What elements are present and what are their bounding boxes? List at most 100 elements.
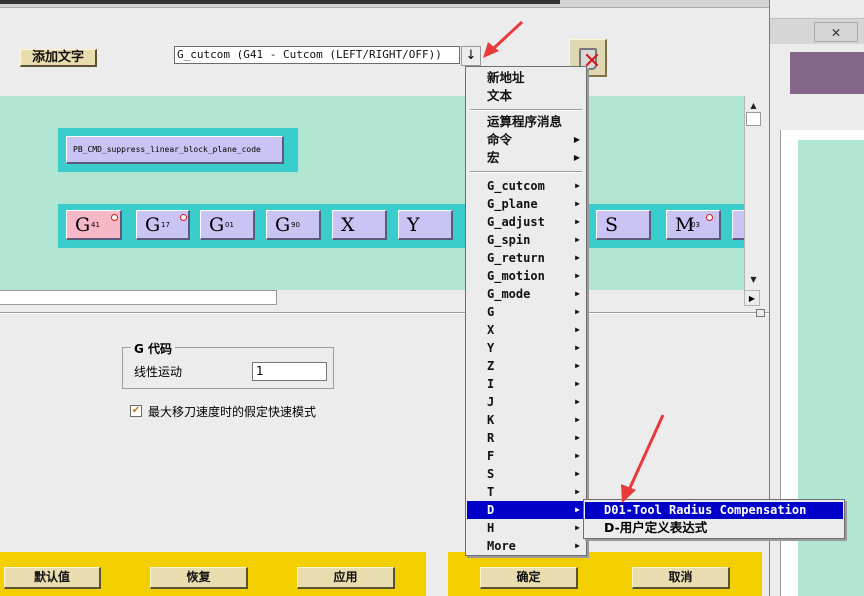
vertical-scroll-thumb[interactable] [746,112,761,126]
triangle-right-icon: ▶ [575,433,580,442]
menu-item-j[interactable]: J ▶ [467,393,585,411]
word-block-g41[interactable]: G 41 [66,210,122,240]
scroll-down-icon[interactable]: ▼ [745,272,762,287]
menu-item-g-return[interactable]: G_return ▶ [467,249,585,267]
download-arrow-icon[interactable]: ↓ [461,46,481,66]
menu-item-label: F [487,449,495,463]
triangle-right-icon: ▶ [575,199,580,208]
word-letter: X [341,214,355,236]
close-icon[interactable]: ✕ [814,22,858,42]
menu-item-i[interactable]: I ▶ [467,375,585,393]
triangle-right-icon: ▶ [575,487,580,496]
triangle-right-icon: ▶ [573,135,580,144]
menu-item-g[interactable]: G ▶ [467,303,585,321]
triangle-right-icon: ▶ [575,541,580,550]
menu-item-label: H [487,521,495,535]
menu-item-t[interactable]: T ▶ [467,483,585,501]
menu-item-s[interactable]: S ▶ [467,465,585,483]
menu-item-label: G_motion [487,269,545,283]
triangle-right-icon: ▶ [575,235,580,244]
menu-item-label: 命令 [487,132,513,147]
sash-handle[interactable] [756,309,765,317]
menu-item-label: 宏 [487,150,500,165]
scroll-up-icon[interactable]: ▲ [745,98,762,113]
word-block-y[interactable]: Y [398,210,453,240]
menu-item-label: 文本 [487,88,513,103]
word-letter: G [209,214,225,236]
menu-item-g-motion[interactable]: G_motion ▶ [467,267,585,285]
menu-item-label: G_cutcom [487,179,545,193]
word-letter: Y [407,214,420,236]
g-code-group: G 代码 线性运动 1 [122,340,334,389]
restore-button[interactable]: 恢复 [150,567,248,589]
menu-item-label: G_spin [487,233,531,247]
ok-button[interactable]: 确定 [480,567,578,589]
triangle-right-icon: ▶ [575,307,580,316]
apply-button[interactable]: 应用 [297,567,395,589]
linear-motion-label: 线性运动 [134,365,183,379]
menu-item-h[interactable]: H ▶ [467,519,585,537]
menu-item-r[interactable]: R ▶ [467,429,585,447]
triangle-right-icon: ▶ [575,469,580,478]
menu-item-operator-message[interactable]: 运算程序消息 [467,113,585,131]
menu-item-label: 新地址 [487,70,525,85]
word-block-g01[interactable]: G 01 [200,210,255,240]
menu-item-macro[interactable]: 宏 ▶ [467,149,585,167]
pane-divider [0,312,769,314]
menu-item-label: S [487,467,495,481]
menu-item-k[interactable]: K ▶ [467,411,585,429]
submenu-item-d01[interactable]: D01-Tool Radius Compensation [585,502,843,519]
menu-item-label: G_return [487,251,545,265]
triangle-right-icon: ▶ [575,415,580,424]
menu-item-label: G_mode [487,287,531,301]
word-select-combobox[interactable]: G_cutcom (G41 - Cutcom (LEFT/RIGHT/OFF)) [174,46,460,64]
title-strip-dark [0,0,560,4]
linear-motion-input[interactable]: 1 [252,362,327,381]
word-letter: G [145,214,161,236]
menu-item-g-plane[interactable]: G_plane ▶ [467,195,585,213]
block-canvas: PB_CMD_suppress_linear_block_plane_code … [0,96,762,290]
word-block-x[interactable]: X [332,210,387,240]
menu-item-label: G [487,305,495,319]
word-block-row: G 41 G 17 G 01 G 90 X Y S M 03 [58,204,762,248]
word-block-s[interactable]: S [596,210,651,240]
custom-command-block[interactable]: PB_CMD_suppress_linear_block_plane_code [66,136,284,164]
triangle-right-icon: ▶ [575,181,580,190]
triangle-right-icon: ▶ [575,271,580,280]
menu-item-g-cutcom[interactable]: G_cutcom ▶ [467,177,585,195]
menu-item-label: X [487,323,495,337]
word-block-g17[interactable]: G 17 [136,210,190,240]
menu-item-g-adjust[interactable]: G_adjust ▶ [467,213,585,231]
word-block-g90[interactable]: G 90 [266,210,321,240]
canvas-horizontal-scrollbar[interactable]: ▶ [0,290,762,306]
word-letter: G [275,214,291,236]
menu-item-label: R [487,431,495,445]
scroll-right-icon[interactable]: ▶ [744,290,760,306]
menu-separator [470,109,582,111]
menu-item-command[interactable]: 命令 ▶ [467,131,585,149]
menu-item-more[interactable]: More ▶ [467,537,585,555]
word-subscript: 90 [291,221,300,229]
menu-item-x[interactable]: X ▶ [467,321,585,339]
menu-item-g-mode[interactable]: G_mode ▶ [467,285,585,303]
rapid-mode-checkbox[interactable]: ✔ [130,405,142,417]
horizontal-scroll-thumb[interactable] [0,290,277,305]
default-button[interactable]: 默认值 [4,567,101,589]
word-letter: S [605,214,619,236]
triangle-right-icon: ▶ [573,153,580,162]
menu-item-y[interactable]: Y ▶ [467,339,585,357]
word-block-m03[interactable]: M 03 [666,210,721,240]
menu-item-new-address[interactable]: 新地址 [467,69,585,87]
menu-item-label: G_plane [487,197,538,211]
submenu-item-d-user-expression[interactable]: D-用户定义表达式 [585,519,843,536]
menu-item-f[interactable]: F ▶ [467,447,585,465]
rapid-mode-label: 最大移刀速度时的假定快速模式 [148,405,317,419]
canvas-vertical-scrollbar[interactable]: ▲ ▼ [744,96,762,290]
add-text-button[interactable]: 添加文字 [20,49,97,67]
menu-item-text[interactable]: 文本 [467,87,585,105]
menu-item-d[interactable]: D ▶ [467,501,585,519]
menu-item-label: I [487,377,495,391]
menu-item-g-spin[interactable]: G_spin ▶ [467,231,585,249]
menu-item-z[interactable]: Z ▶ [467,357,585,375]
cancel-button[interactable]: 取消 [632,567,730,589]
